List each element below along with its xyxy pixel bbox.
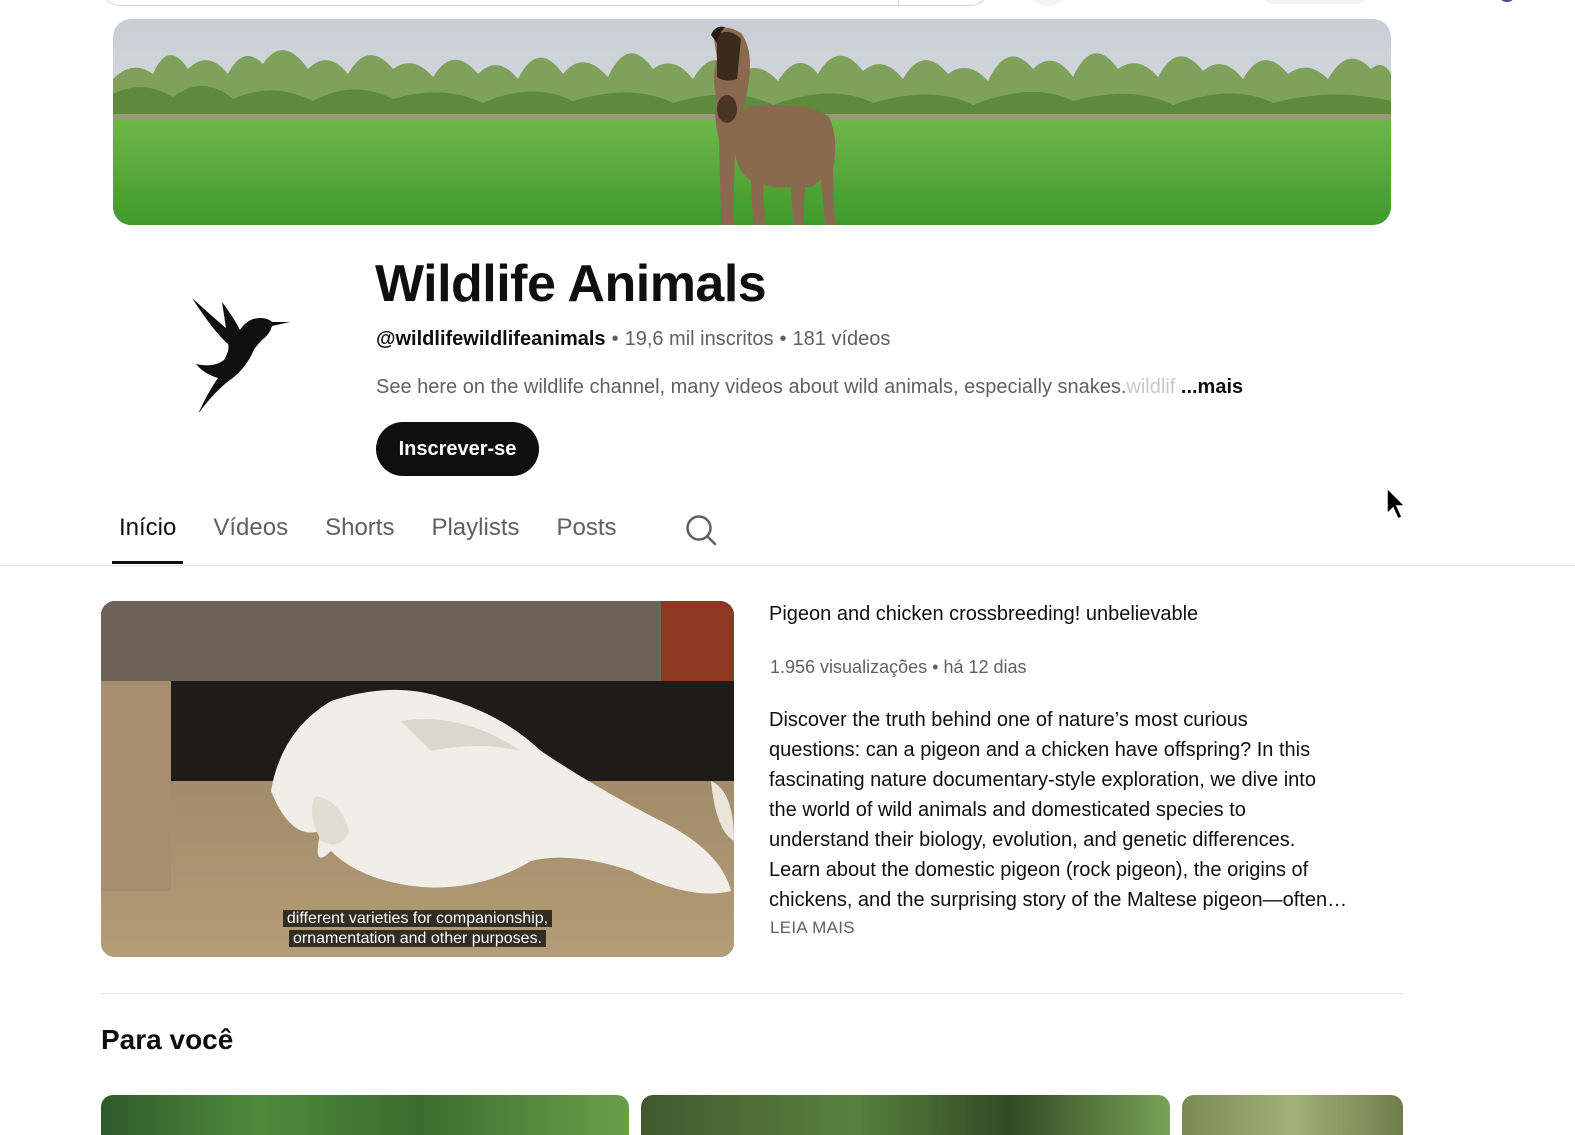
separator-dot: •: [611, 328, 619, 350]
mouse-cursor-icon: [1386, 486, 1407, 521]
featured-video-description: Discover the truth behind one of nature’…: [769, 705, 1379, 915]
hummingbird-logo: [192, 298, 290, 412]
description-faded-text: wildlif: [1126, 376, 1176, 398]
channel-tabs: Início Vídeos Shorts Playlists Posts: [112, 500, 647, 564]
subscriber-count: 19,6 mil inscritos: [624, 328, 774, 350]
channel-description[interactable]: See here on the wildlife channel, many v…: [376, 376, 1243, 399]
description-line: fascinating nature documentary-style exp…: [769, 769, 1316, 791]
tab-playlists[interactable]: Playlists: [424, 500, 526, 564]
description-text: See here on the wildlife channel, many v…: [376, 376, 1127, 398]
caption-line-1: different varieties for companionship,: [282, 910, 553, 927]
section-divider: [101, 993, 1403, 994]
section-title: Para você: [101, 1024, 234, 1055]
video-thumbnail[interactable]: [101, 1095, 629, 1135]
create-button[interactable]: [1258, 0, 1372, 4]
view-count: 1.956 visualizações: [770, 657, 928, 677]
tabs-divider: [0, 565, 1575, 566]
account-avatar[interactable]: [1498, 0, 1516, 2]
separator-dot: •: [932, 657, 939, 677]
more-link[interactable]: ...mais: [1181, 376, 1243, 398]
tab-posts[interactable]: Posts: [550, 500, 624, 564]
description-line: questions: can a pigeon and a chicken ha…: [769, 739, 1311, 761]
tab-videos[interactable]: Vídeos: [206, 500, 295, 564]
channel-name: Wildlife Animals: [375, 255, 767, 313]
caption-line-2: ornamentation and other purposes.: [288, 930, 547, 947]
separator-dot: •: [779, 328, 787, 350]
video-captions: different varieties for companionship, o…: [101, 909, 734, 949]
tab-inicio[interactable]: Início: [112, 500, 184, 564]
masthead-search-box[interactable]: [100, 0, 990, 7]
description-line: the world of wild animals and domesticat…: [769, 799, 1246, 821]
subscribe-button[interactable]: Inscrever-se: [376, 422, 539, 476]
video-thumbnail[interactable]: [1182, 1095, 1403, 1135]
description-line: chickens, and the surprising story of th…: [769, 889, 1348, 911]
channel-handle[interactable]: @wildlifewildlifeanimals: [376, 328, 606, 350]
tab-shorts[interactable]: Shorts: [318, 500, 401, 564]
video-thumbnail[interactable]: [641, 1095, 1170, 1135]
featured-video-meta: 1.956 visualizações • há 12 dias: [770, 657, 1027, 678]
channel-meta: @wildlifewildlifeanimals • 19,6 mil inscri…: [376, 328, 890, 351]
video-count: 181 vídeos: [792, 328, 891, 350]
voice-search-button[interactable]: [1026, 0, 1070, 6]
description-line: Discover the truth behind one of nature’…: [769, 709, 1248, 731]
description-line: understand their biology, evolution, and…: [769, 829, 1296, 851]
search-icon[interactable]: [684, 513, 718, 547]
read-more-link[interactable]: LEIA MAIS: [770, 918, 855, 938]
description-line: Learn about the domestic pigeon (rock pi…: [769, 859, 1309, 881]
channel-banner: [113, 19, 1391, 225]
channel-avatar[interactable]: [120, 240, 352, 460]
top-bar: [0, 0, 1575, 10]
featured-video-player[interactable]: different varieties for companionship, o…: [101, 601, 734, 957]
upload-age: há 12 dias: [943, 657, 1027, 677]
featured-video-title[interactable]: Pigeon and chicken crossbreeding! unbeli…: [769, 603, 1198, 626]
